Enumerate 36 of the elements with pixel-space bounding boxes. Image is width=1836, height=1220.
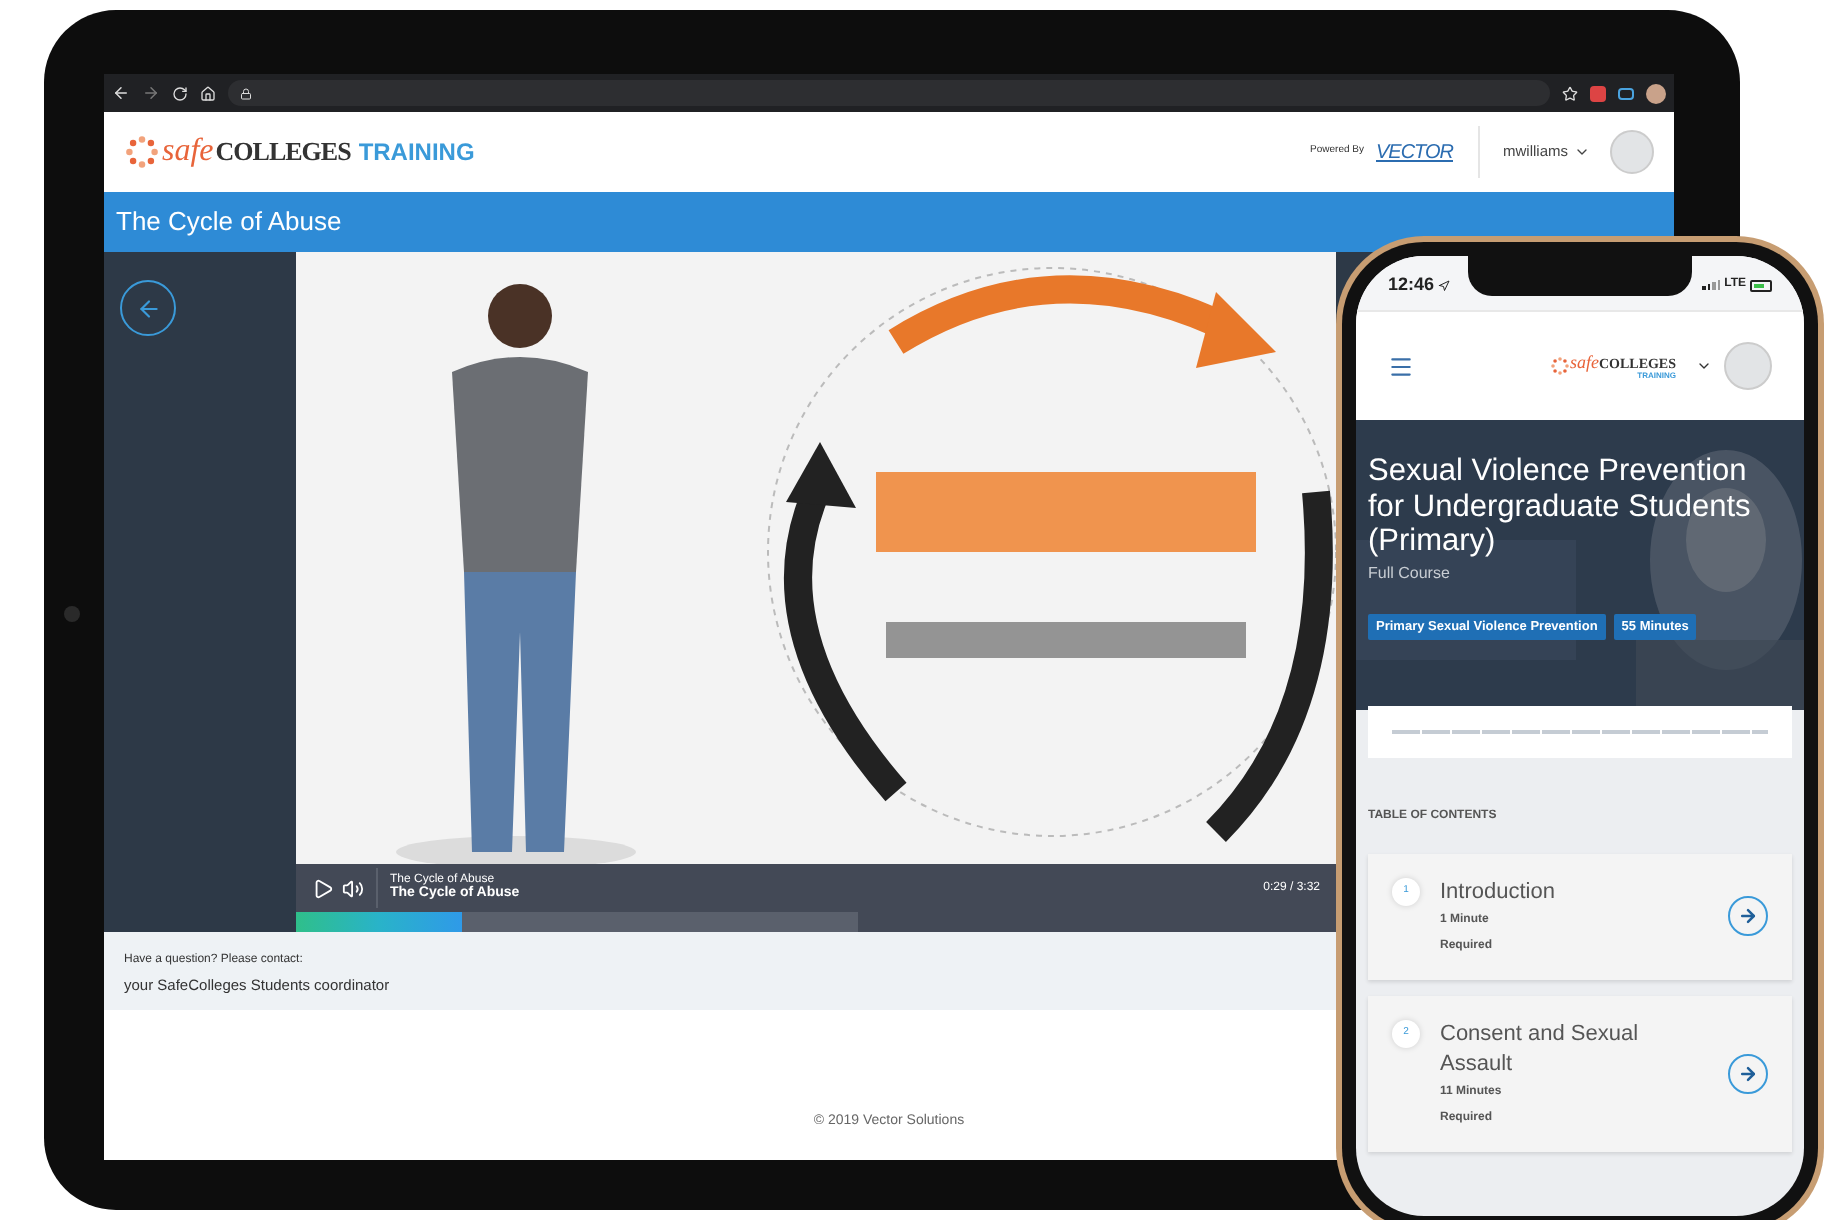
star-icon[interactable] [1562,85,1578,101]
forward-icon[interactable] [142,84,160,102]
back-icon[interactable] [112,84,130,102]
partner-logo: VECTOR [1376,139,1453,167]
home-icon[interactable] [200,85,216,101]
arrow-right-icon [1738,906,1758,927]
location-icon [1438,279,1451,291]
logo-brand: safe [1569,353,1599,371]
course-title: Sexual Violence Prevention for Undergraduate Students (Primary) [1368,454,1753,559]
logo-icon [1549,356,1570,376]
chevron-icon[interactable] [1574,144,1590,160]
back-arrow-icon [135,295,161,321]
lesson-title: Consent and Sexual Assault [1440,1019,1641,1080]
logo-brand: safe [162,132,214,172]
go-button[interactable] [1728,896,1768,937]
course-subtitle: Full Course [1368,561,1452,585]
battery-icon [1750,279,1772,291]
lesson-title: Introduction [1440,878,1557,908]
reload-icon[interactable] [172,85,188,101]
signal-icon [1702,280,1721,290]
logo-word: COLLEGES [215,134,351,171]
profile-icon[interactable] [1646,83,1666,103]
camera-icon [64,606,80,622]
logo-icon [124,134,160,170]
volume-icon[interactable] [342,877,364,899]
chevron-icon[interactable] [1696,358,1712,374]
play-icon[interactable] [312,877,334,899]
progress-track[interactable] [296,912,1336,932]
arrow-right-icon [1738,1063,1758,1084]
logo-tag: TRAINING [358,134,475,170]
menu-icon[interactable] [1388,353,1414,379]
lock-icon [240,87,252,99]
back-button[interactable] [120,280,176,336]
status-time: 12:46 [1388,271,1435,298]
page-title: The Cycle of Abuse [116,204,342,241]
go-button[interactable] [1728,1053,1768,1094]
